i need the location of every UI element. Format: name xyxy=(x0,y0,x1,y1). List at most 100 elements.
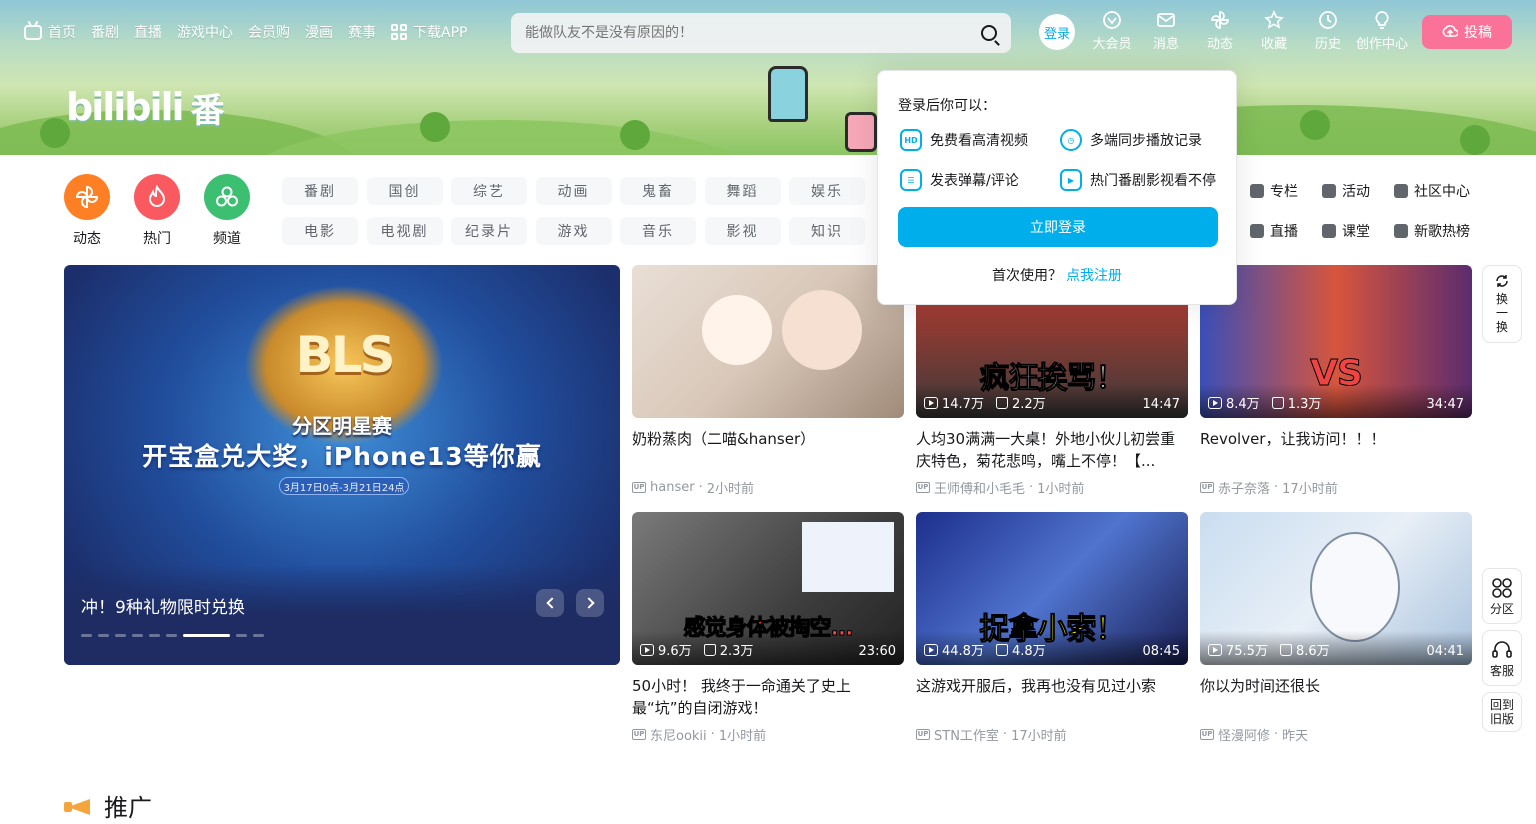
video-card[interactable]: 奶粉蒸肉（二喵&hanser） UP hanser · 2小时前 xyxy=(632,265,904,498)
video-author[interactable]: 东尼ookii xyxy=(650,725,707,744)
nav-live[interactable]: 直播 xyxy=(134,22,162,42)
tag-anime[interactable]: 动画 xyxy=(535,177,612,205)
video-title[interactable]: Revolver，让我访问！！！ xyxy=(1200,428,1472,472)
nav-download-app[interactable]: 下载APP xyxy=(391,22,467,42)
header-dynamic[interactable]: 动态 xyxy=(1194,10,1246,52)
video-author[interactable]: STN工作室 xyxy=(934,725,999,744)
video-thumbnail[interactable]: VS 8.4万 1.3万 34:47 xyxy=(1200,265,1472,418)
carousel-headline: 开宝盒兑大奖，iPhone13等你赢 xyxy=(142,442,542,471)
nav-mall[interactable]: 会员购 xyxy=(248,22,290,42)
video-title[interactable]: 你以为时间还很长 xyxy=(1200,675,1472,719)
extra-activity[interactable]: 活动 xyxy=(1322,177,1394,205)
carousel-dot[interactable] xyxy=(132,634,143,637)
video-author[interactable]: hanser xyxy=(650,480,695,495)
login-now-button[interactable]: 立即登录 xyxy=(898,207,1218,247)
search-icon[interactable] xyxy=(981,25,997,41)
video-meta: UP 赤子奈落 · 17小时前 xyxy=(1200,478,1338,497)
extra-classroom[interactable]: 课堂 xyxy=(1322,217,1394,245)
register-link[interactable]: 点我注册 xyxy=(1066,268,1122,284)
like-icon xyxy=(995,643,1008,656)
tag-documentary[interactable]: 纪录片 xyxy=(451,217,527,245)
video-time: 17小时前 xyxy=(1282,481,1338,497)
chevron-right-icon xyxy=(582,597,595,609)
tag-knowledge[interactable]: 知识 xyxy=(789,217,865,245)
nav-manga[interactable]: 漫画 xyxy=(305,22,333,42)
tag-bangumi[interactable]: 番剧 xyxy=(282,177,358,205)
tag-variety[interactable]: 综艺 xyxy=(451,177,527,205)
tag-movie[interactable]: 电影 xyxy=(282,217,358,245)
header-vip[interactable]: 大会员 xyxy=(1086,10,1138,52)
old-version-button[interactable]: 回到旧版 xyxy=(1482,692,1522,732)
tag-cinephile[interactable]: 影视 xyxy=(704,217,781,245)
tag-music[interactable]: 音乐 xyxy=(620,217,696,245)
header-messages[interactable]: 消息 xyxy=(1140,10,1192,52)
extra-column[interactable]: 专栏 xyxy=(1250,177,1322,205)
video-author[interactable]: 怪漫阿修 xyxy=(1218,725,1270,744)
tag-dance[interactable]: 舞蹈 xyxy=(704,177,781,205)
video-title[interactable]: 50小时！ 我终于一命通关了史上最“坑”的自闭游戏！ xyxy=(632,675,904,719)
login-avatar-button[interactable]: 登录 xyxy=(1039,14,1075,50)
video-title[interactable]: 奶粉蒸肉（二喵&hanser） xyxy=(632,428,904,472)
live-icon xyxy=(1250,224,1264,238)
carousel-dot-active[interactable] xyxy=(183,634,230,637)
video-card[interactable]: VS 8.4万 1.3万 34:47 Revolver，让我访问！！！ UP 赤子… xyxy=(1200,265,1472,498)
header-favorites[interactable]: 收藏 xyxy=(1248,10,1300,52)
video-title[interactable]: 这游戏开服后，我再也没有见过小索 xyxy=(916,675,1188,719)
video-thumbnail[interactable]: 75.5万 8.6万 04:41 xyxy=(1200,512,1472,665)
customer-service-button[interactable]: 客服 xyxy=(1482,630,1522,686)
header-creator-center[interactable]: 创作中心 xyxy=(1356,10,1408,52)
video-thumbnail[interactable]: 感觉身体被掏空... 9.6万 2.3万 23:60 xyxy=(632,512,904,665)
channel-hot[interactable]: 热门 xyxy=(134,174,180,248)
section-button[interactable]: 分区 xyxy=(1482,568,1522,624)
tag-kichiku[interactable]: 鬼畜 xyxy=(620,177,696,205)
carousel-dot[interactable] xyxy=(81,634,92,637)
carousel-dot[interactable] xyxy=(115,634,126,637)
extra-live[interactable]: 直播 xyxy=(1250,217,1322,245)
upload-button[interactable]: 投稿 xyxy=(1422,15,1512,49)
video-thumbnail[interactable] xyxy=(632,265,904,418)
tag-game[interactable]: 游戏 xyxy=(535,217,612,245)
carousel-title[interactable]: 冲！9种礼物限时兑换 xyxy=(81,593,245,618)
top-nav: 首页 番剧 直播 游戏中心 会员购 漫画 赛事 下载APP xyxy=(24,0,467,64)
tag-ent[interactable]: 娱乐 xyxy=(789,177,865,205)
video-meta: UP 怪漫阿修 · 昨天 xyxy=(1200,725,1309,744)
nav-match[interactable]: 赛事 xyxy=(348,22,376,42)
carousel-dot[interactable] xyxy=(98,634,109,637)
carousel-dot[interactable] xyxy=(236,634,247,637)
video-author[interactable]: 赤子奈落 xyxy=(1218,478,1270,497)
upload-icon xyxy=(1442,25,1458,37)
header-history[interactable]: 历史 xyxy=(1302,10,1354,52)
carousel-dot[interactable] xyxy=(149,634,160,637)
video-card[interactable]: 感觉身体被掏空... 9.6万 2.3万 23:60 50小时！ 我终于一命通关… xyxy=(632,512,904,745)
star-icon xyxy=(1264,10,1284,29)
extra-new-songs[interactable]: 新歌热榜 xyxy=(1394,217,1494,245)
channel-channel[interactable]: 频道 xyxy=(204,174,250,248)
hero-carousel[interactable]: BLS 分区明星赛 开宝盒兑大奖，iPhone13等你赢 3月17日0点-3月2… xyxy=(64,265,620,665)
carousel-dot[interactable] xyxy=(253,634,264,637)
tag-tv[interactable]: 电视剧 xyxy=(366,217,443,245)
nav-bangumi[interactable]: 番剧 xyxy=(91,22,119,42)
carousel-prev-button[interactable] xyxy=(536,589,564,617)
video-card[interactable]: 捉拿小索！ 44.8万 4.8万 08:45 这游戏开服后，我再也没有见过小索 … xyxy=(916,512,1188,745)
channel-dynamic[interactable]: 动态 xyxy=(64,174,110,248)
carousel-dot[interactable] xyxy=(166,634,177,637)
video-thumbnail[interactable]: 捉拿小索！ 44.8万 4.8万 08:45 xyxy=(916,512,1188,665)
bilibili-logo[interactable]: bilibili 番 xyxy=(66,82,225,132)
promo-section-title: 推广 xyxy=(64,788,152,823)
refresh-button[interactable]: 换一换 xyxy=(1482,265,1522,343)
register-prompt: 首次使用？ 点我注册 xyxy=(992,268,1122,284)
extra-community[interactable]: 社区中心 xyxy=(1394,177,1494,205)
video-time: 1小时前 xyxy=(1037,481,1085,497)
carousel-next-button[interactable] xyxy=(576,589,604,617)
nav-home[interactable]: 首页 xyxy=(24,22,76,42)
video-author[interactable]: 王师傅和小毛毛 xyxy=(934,478,1025,497)
channel-extras: 专栏 活动 社区中心 直播 课堂 新歌热榜 xyxy=(1250,177,1494,245)
video-title[interactable]: 人均30满满一大桌！外地小伙儿初尝重庆特色，菊花悲鸣，嘴上不停！【... xyxy=(916,428,1188,472)
classroom-icon xyxy=(1322,224,1336,238)
search-input[interactable] xyxy=(525,25,981,41)
video-card[interactable]: 75.5万 8.6万 04:41 你以为时间还很长 UP 怪漫阿修 · 昨天 xyxy=(1200,512,1472,745)
carousel-subtitle: 分区明星赛 xyxy=(292,414,392,438)
perk-sync: ◷ 多端同步播放记录 xyxy=(1060,129,1230,151)
nav-game-center[interactable]: 游戏中心 xyxy=(177,22,233,42)
tag-guochuang[interactable]: 国创 xyxy=(366,177,443,205)
